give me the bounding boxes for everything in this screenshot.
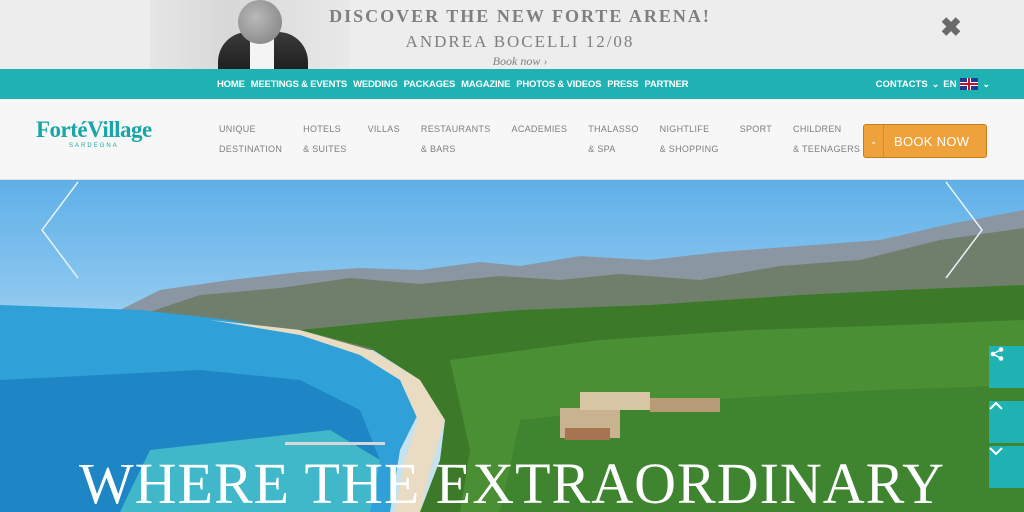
hero-headline: WHERE THE EXTRAORDINARY: [78, 451, 946, 512]
nav-unique-destination[interactable]: UNIQUE DESTINATION: [219, 119, 282, 159]
promo-book-link[interactable]: Book now ›: [300, 54, 740, 69]
contacts-link[interactable]: CONTACTS: [876, 79, 928, 90]
nav-hotels-suites[interactable]: HOTELS & SUITES: [303, 119, 346, 159]
hero-slider: WHERE THE EXTRAORDINARY: [0, 180, 1024, 512]
promo-headline: DISCOVER THE NEW FORTE ARENA!: [329, 6, 711, 26]
promo-event: ANDREA BOCELLI 12/08: [405, 32, 635, 51]
topnav-magazine[interactable]: MAGAZINE: [461, 79, 510, 90]
uk-flag-icon[interactable]: [960, 78, 979, 90]
chevron-down-icon: ⌄: [864, 125, 884, 157]
slider-next-arrow-icon[interactable]: [944, 180, 984, 280]
main-navigation: UNIQUE DESTINATION HOTELS & SUITES VILLAS …: [219, 119, 881, 159]
topnav-wedding[interactable]: WEDDING: [353, 79, 398, 90]
nav-children-teenagers[interactable]: CHILDREN & TEENAGERS: [793, 119, 860, 159]
logo[interactable]: FortéVillage SARDEGNA: [36, 117, 152, 149]
chevron-up-icon[interactable]: [989, 401, 1024, 443]
promo-banner[interactable]: DISCOVER THE NEW FORTE ARENA! ANDREA BOC…: [0, 0, 1024, 69]
nav-academies[interactable]: ACADEMIES: [512, 119, 568, 159]
topnav-packages[interactable]: PACKAGES: [404, 79, 456, 90]
top-navigation: HOME MEETINGS & EVENTS WEDDING PACKAGES …: [0, 69, 1024, 99]
topnav-partner[interactable]: PARTNER: [644, 79, 688, 90]
nav-sport[interactable]: SPORT: [740, 119, 772, 159]
promo-text: DISCOVER THE NEW FORTE ARENA! ANDREA BOC…: [300, 6, 740, 69]
topnav-meetings-events[interactable]: MEETINGS & EVENTS: [251, 79, 348, 90]
topnav-press[interactable]: PRESS: [607, 79, 638, 90]
close-icon[interactable]: ✖: [938, 14, 964, 40]
chevron-down-icon[interactable]: ⌄: [932, 79, 940, 90]
topnav-home[interactable]: HOME: [217, 79, 245, 90]
book-now-label: BOOK NOW: [894, 133, 970, 149]
book-now-button[interactable]: ⌄ BOOK NOW: [863, 124, 987, 158]
language-selector[interactable]: EN: [943, 79, 956, 90]
slider-prev-arrow-icon[interactable]: [40, 180, 80, 280]
logo-subtitle: SARDEGNA: [69, 143, 119, 149]
site-header: FortéVillage SARDEGNA UNIQUE DESTINATION …: [0, 99, 1024, 180]
nav-restaurants-bars[interactable]: RESTAURANTS & BARS: [421, 119, 491, 159]
logo-text: FortéVillage: [36, 117, 152, 142]
share-icon[interactable]: [989, 346, 1024, 388]
topnav-photos-videos[interactable]: PHOTOS & VIDEOS: [516, 79, 601, 90]
nav-thalasso-spa[interactable]: THALASSO & SPA: [588, 119, 638, 159]
nav-nightlife-shopping[interactable]: NIGHTLIFE & SHOPPING: [660, 119, 719, 159]
chevron-down-icon[interactable]: ⌄: [982, 79, 990, 90]
nav-villas[interactable]: VILLAS: [368, 119, 400, 159]
chevron-down-icon[interactable]: [989, 446, 1024, 488]
